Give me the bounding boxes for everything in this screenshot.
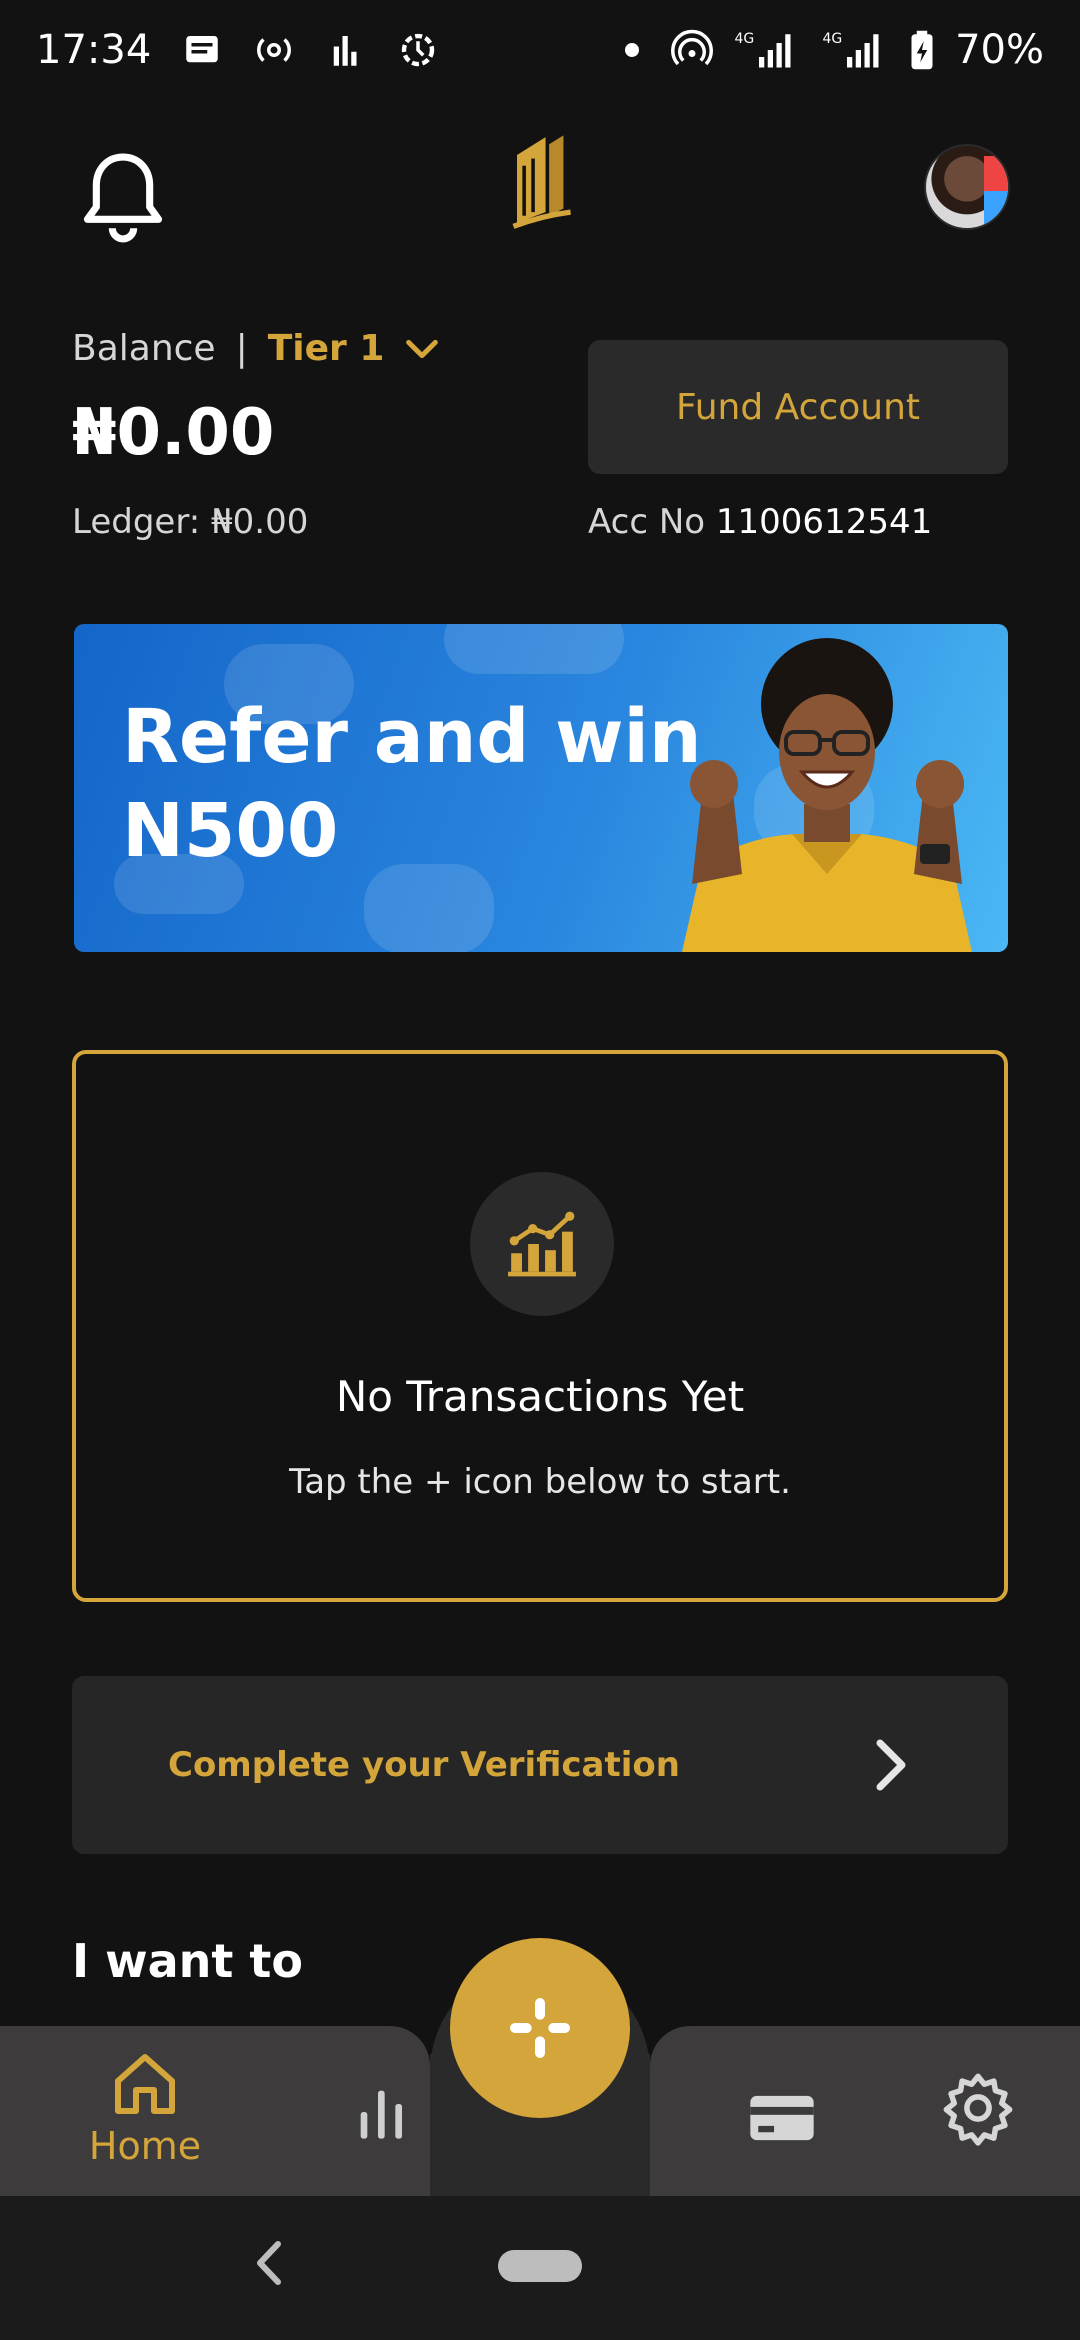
- account-number-value: 1100612541: [715, 502, 933, 542]
- bell-icon[interactable]: [80, 150, 166, 246]
- svg-text:4G: 4G: [823, 31, 843, 47]
- account-number-label: Acc No: [588, 502, 706, 542]
- section-title: I want to: [72, 1934, 304, 1988]
- nav-stats[interactable]: [350, 2080, 414, 2144]
- balance-divider: |: [235, 328, 248, 369]
- chevron-down-icon: [406, 339, 439, 358]
- add-icon: [510, 1998, 570, 2058]
- chart-growth-icon: [470, 1172, 614, 1316]
- banner-person-image: [682, 638, 972, 952]
- status-time: 17:34: [36, 27, 152, 73]
- nav-home-label: Home: [88, 2124, 202, 2168]
- home-icon: [115, 2054, 175, 2114]
- svg-text:4G: 4G: [735, 31, 755, 47]
- account-number: Acc No 1100612541: [588, 502, 932, 542]
- balance-amount: ₦0.00: [72, 396, 275, 470]
- tier-selector[interactable]: Tier 1: [268, 328, 443, 369]
- ledger-label: Ledger:: [72, 502, 201, 542]
- balance-label: Balance: [72, 328, 216, 369]
- nav-settings[interactable]: [940, 2070, 1016, 2146]
- sync-icon: [397, 29, 439, 71]
- back-icon[interactable]: [254, 2238, 284, 2288]
- nav-home[interactable]: Home: [80, 2048, 210, 2168]
- status-bar: 17:34 4G 4G 70%: [0, 0, 1080, 100]
- stats-icon: [360, 2090, 402, 2139]
- empty-state-subtitle: Tap the + icon below to start.: [289, 1462, 791, 1502]
- hotspot-icon: [671, 29, 714, 71]
- app-root: 17:34 4G 4G 70% Balance | Tier 1 ₦0.00 L…: [0, 0, 1080, 2340]
- battery-icon: [907, 29, 937, 71]
- ledger-amount: ₦0.00: [211, 502, 309, 542]
- empty-state-title: No Transactions Yet: [335, 1372, 745, 1421]
- message-icon: [181, 29, 223, 71]
- settings-icon: [943, 2073, 1013, 2146]
- radio-icon: [253, 29, 295, 71]
- home-gesture-pill[interactable]: [498, 2250, 582, 2282]
- add-fab-button[interactable]: [450, 1938, 630, 2118]
- header: [0, 130, 1080, 250]
- cell-signal-icon-2: 4G: [819, 29, 889, 71]
- verification-label: Complete your Verification: [168, 1745, 680, 1785]
- cell-signal-icon: 4G: [731, 29, 801, 71]
- system-nav-bar: [0, 2196, 1080, 2340]
- chevron-right-icon: [876, 1739, 906, 1791]
- banner-line-2: N500: [122, 788, 339, 874]
- fund-account-button[interactable]: Fund Account: [588, 340, 1008, 474]
- card-icon: [750, 2095, 814, 2141]
- transactions-empty-card: No Transactions Yet Tap the + icon below…: [72, 1050, 1008, 1602]
- complete-verification-item[interactable]: Complete your Verification: [72, 1676, 1008, 1854]
- brand-logo-icon: [506, 130, 578, 230]
- banner-text: Refer and win N500: [122, 690, 702, 878]
- ledger-balance: Ledger: ₦0.00: [72, 502, 308, 542]
- profile-avatar[interactable]: [924, 144, 1010, 230]
- battery-percent: 70%: [955, 27, 1044, 73]
- referral-banner[interactable]: Refer and win N500: [74, 624, 1008, 952]
- banner-line-1: Refer and win: [122, 694, 702, 780]
- signal-bars-icon: [325, 29, 367, 71]
- balance-label-row: Balance | Tier 1: [72, 328, 442, 369]
- nav-cards[interactable]: [744, 2080, 820, 2156]
- tier-label: Tier 1: [267, 328, 385, 369]
- bottom-nav: Home: [0, 1938, 1080, 2196]
- dot-icon: [611, 29, 653, 71]
